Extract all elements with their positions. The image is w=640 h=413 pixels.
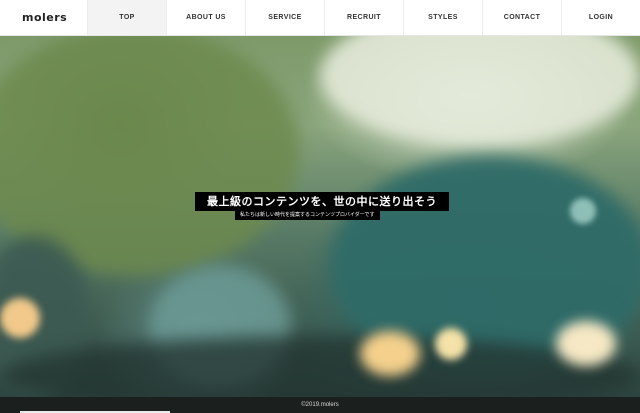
hero-subheadline: 私たちは新しい時代を提案するコンテンツプロバイダーです (235, 210, 380, 220)
copyright-text: ©2019.molers (301, 402, 339, 408)
nav-item-top[interactable]: TOP (87, 0, 166, 35)
hero-photo-light-4 (556, 321, 616, 366)
hero-photo-light-5 (570, 198, 596, 224)
nav-item-contact[interactable]: CONTACT (482, 0, 561, 35)
hero-photo-light-2 (360, 331, 420, 376)
nav-item-styles[interactable]: STYLES (403, 0, 482, 35)
nav-item-about-us[interactable]: ABOUT US (166, 0, 245, 35)
hero-photo-light-1 (0, 298, 40, 338)
nav-item-service[interactable]: SERVICE (245, 0, 324, 35)
nav-item-login[interactable]: LOGIN (561, 0, 640, 35)
hero-photo-sky (320, 36, 640, 146)
hero-section: 最上級のコンテンツを、世の中に送り出そう 私たちは新しい時代を提案するコンテンツ… (0, 36, 640, 397)
site-footer: ©2019.molers (0, 397, 640, 413)
main-nav: TOP ABOUT US SERVICE RECRUIT STYLES CONT… (87, 0, 640, 35)
hero-headline: 最上級のコンテンツを、世の中に送り出そう (195, 192, 449, 211)
nav-item-recruit[interactable]: RECRUIT (324, 0, 403, 35)
hero-photo-light-3 (435, 328, 467, 360)
site-logo[interactable]: molers (0, 0, 87, 35)
site-header: molers TOP ABOUT US SERVICE RECRUIT STYL… (0, 0, 640, 36)
